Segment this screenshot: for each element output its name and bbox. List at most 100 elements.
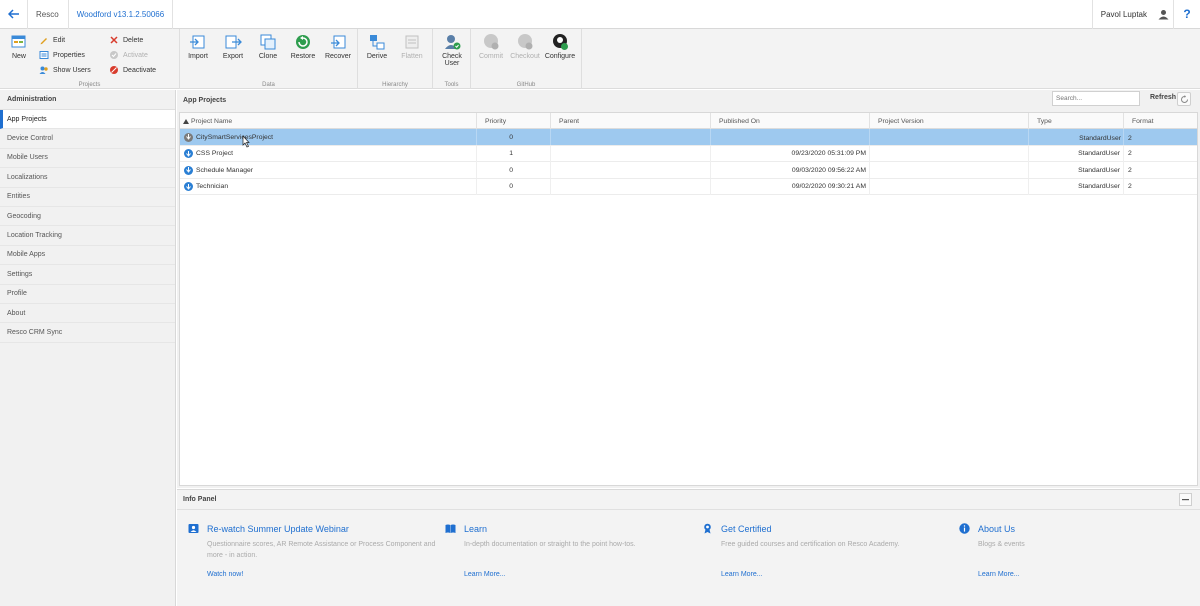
delete-button[interactable]: Delete <box>109 34 143 46</box>
certificate-icon <box>702 523 713 534</box>
new-button[interactable]: New <box>2 33 36 60</box>
refresh-button[interactable] <box>1177 92 1191 106</box>
export-label: Export <box>222 53 244 60</box>
deactivate-icon <box>110 66 118 74</box>
refresh-label[interactable]: Refresh <box>1150 94 1176 101</box>
info-panel-header: Info Panel <box>177 490 1200 510</box>
format-value: 2 <box>1128 150 1132 157</box>
projects-group-label: Projects <box>78 82 101 88</box>
projects-table: Project Name Priority Parent Published O… <box>179 112 1198 486</box>
project-name: Schedule Manager <box>196 166 254 174</box>
priority-value: 1 <box>509 150 513 157</box>
organization-name[interactable]: Woodford v13.1.2.50066 <box>69 10 172 19</box>
restore-button[interactable]: Restore <box>286 33 320 60</box>
column-header-published-on[interactable]: Published On <box>711 113 870 129</box>
card-title[interactable]: About Us <box>978 524 1015 534</box>
export-button[interactable]: Export <box>216 33 250 60</box>
properties-button[interactable]: Properties <box>39 49 85 61</box>
refresh-icon <box>1180 94 1188 103</box>
check-user-button[interactable]: Check User <box>435 33 469 67</box>
flatten-icon <box>405 35 419 49</box>
new-project-icon <box>11 35 26 48</box>
edit-label: Edit <box>53 36 66 44</box>
column-header-parent[interactable]: Parent <box>551 113 711 129</box>
hierarchy-group: Derive Flatten Hierarchy <box>358 29 433 89</box>
nav-item-settings[interactable]: Settings <box>0 265 175 285</box>
data-group: Import Export Clone Restore Recover Data <box>180 29 358 89</box>
published-on-value: 09/23/2020 05:31:09 PM <box>791 150 866 157</box>
nav-item-mobile-apps[interactable]: Mobile Apps <box>0 246 175 266</box>
github-group-label: GitHub <box>516 82 536 88</box>
recover-button[interactable]: Recover <box>321 33 355 60</box>
info-card-about-us: About Us Blogs & events Learn More... <box>959 523 1200 578</box>
table-row[interactable]: CSS Project 1 09/23/2020 05:31:09 PM Sta… <box>180 145 1197 162</box>
learn-more-link[interactable]: Learn More... <box>721 571 763 578</box>
nav-item-mobile-users[interactable]: Mobile Users <box>0 149 175 169</box>
nav-item-geocoding[interactable]: Geocoding <box>0 207 175 227</box>
nav-item-about[interactable]: About <box>0 304 175 324</box>
nav-item-location-tracking[interactable]: Location Tracking <box>0 226 175 246</box>
project-icon <box>184 182 193 191</box>
card-description: Questionnaire scores, AR Remote Assistan… <box>207 541 436 559</box>
checkout-label: Checkout <box>510 53 540 60</box>
column-header-project-version[interactable]: Project Version <box>870 113 1029 129</box>
clone-button[interactable]: Clone <box>251 33 285 60</box>
info-card-webinar: Re-watch Summer Update Webinar Questionn… <box>188 523 438 578</box>
users-icon <box>39 66 48 74</box>
user-name[interactable]: Pavol Luptak <box>1091 0 1153 29</box>
column-header-format[interactable]: Format <box>1124 113 1199 129</box>
nav-item-app-projects[interactable]: App Projects <box>0 110 175 130</box>
nav-item-device-control[interactable]: Device Control <box>0 129 175 149</box>
type-value: StandardUser <box>1078 166 1120 174</box>
card-title[interactable]: Learn <box>464 524 487 534</box>
restore-icon <box>296 35 310 49</box>
derive-button[interactable]: Derive <box>360 33 394 60</box>
table-row[interactable]: Schedule Manager 0 09/03/2020 09:56:22 A… <box>180 162 1197 179</box>
github-commit-icon <box>484 34 499 50</box>
checkout-button[interactable]: Checkout <box>508 33 542 60</box>
nav-item-localizations[interactable]: Localizations <box>0 168 175 188</box>
activate-button[interactable]: Activate <box>109 49 148 61</box>
search-input[interactable] <box>1052 91 1140 106</box>
card-description: Blogs & events <box>978 541 1025 548</box>
learn-more-link[interactable]: Learn More... <box>464 571 506 578</box>
data-group-label: Data <box>262 82 275 88</box>
column-header-project-name[interactable]: Project Name <box>180 113 477 129</box>
info-card-learn: Learn In-depth documentation or straight… <box>445 523 695 578</box>
nav-item-profile[interactable]: Profile <box>0 285 175 304</box>
clone-icon <box>260 34 276 50</box>
flatten-label: Flatten <box>401 53 423 60</box>
column-header-priority[interactable]: Priority <box>477 113 551 129</box>
configure-label: Configure <box>544 53 576 60</box>
card-title[interactable]: Re-watch Summer Update Webinar <box>207 524 349 534</box>
flatten-button[interactable]: Flatten <box>395 33 429 60</box>
nav-item-resco-crm-sync[interactable]: Resco CRM Sync <box>0 323 175 343</box>
commit-button[interactable]: Commit <box>474 33 508 60</box>
user-icon[interactable] <box>1153 0 1173 29</box>
project-name: CitySmartServicesProject <box>196 133 274 141</box>
card-description: In-depth documentation or straight to th… <box>464 541 636 548</box>
type-value: StandardUser <box>1079 134 1121 142</box>
table-header: Project Name Priority Parent Published O… <box>180 113 1197 129</box>
webinar-icon <box>188 523 199 534</box>
import-button[interactable]: Import <box>181 33 215 60</box>
tools-group: Check User Tools <box>433 29 471 89</box>
nav-item-entities[interactable]: Entities <box>0 188 175 207</box>
edit-button[interactable]: Edit <box>39 34 65 46</box>
book-icon <box>445 523 456 534</box>
show-users-label: Show Users <box>53 66 91 74</box>
watch-now-link[interactable]: Watch now! <box>207 571 243 578</box>
configure-button[interactable]: Configure <box>543 33 577 60</box>
card-title[interactable]: Get Certified <box>721 524 772 534</box>
properties-label: Properties <box>53 51 85 59</box>
table-row[interactable]: Technician 0 09/02/2020 09:30:21 AM Stan… <box>180 178 1197 195</box>
show-users-button[interactable]: Show Users <box>39 64 91 76</box>
back-button[interactable] <box>0 0 27 29</box>
collapse-button[interactable] <box>1179 493 1192 506</box>
deactivate-button[interactable]: Deactivate <box>109 64 156 76</box>
page-header: App Projects Refresh <box>177 90 1200 110</box>
learn-more-link[interactable]: Learn More... <box>978 571 1020 578</box>
help-button[interactable]: ? <box>1173 0 1200 29</box>
project-name: Technician <box>196 183 229 190</box>
column-header-type[interactable]: Type <box>1029 113 1124 129</box>
